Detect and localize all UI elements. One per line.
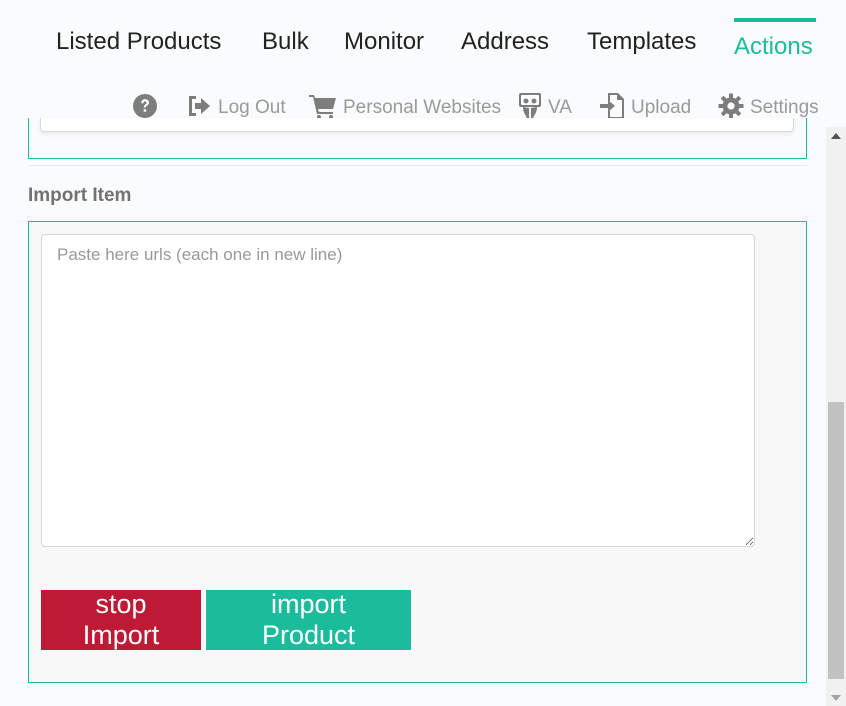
tab-templates[interactable]: Templates xyxy=(587,28,696,56)
logout-label: Log Out xyxy=(218,97,286,118)
section-divider xyxy=(28,165,807,166)
tab-address[interactable]: Address xyxy=(461,28,549,56)
tab-monitor[interactable]: Monitor xyxy=(344,28,424,56)
url-textarea[interactable] xyxy=(41,234,755,547)
va-label: VA xyxy=(548,97,572,118)
import-item-title: Import Item xyxy=(28,185,132,206)
sign-out-icon xyxy=(189,96,210,116)
import-item-panel: stop Import import Product xyxy=(28,221,807,683)
scroll-down-arrow[interactable] xyxy=(826,689,846,706)
gear-icon xyxy=(718,93,744,119)
shopping-cart-icon xyxy=(309,95,336,119)
tab-bulk[interactable]: Bulk xyxy=(262,28,309,56)
stop-import-button[interactable]: stop Import xyxy=(41,589,201,650)
question-circle-icon xyxy=(133,94,157,118)
scroll-up-arrow[interactable] xyxy=(826,127,846,144)
personal-websites-label: Personal Websites xyxy=(343,97,502,118)
tab-listed-products[interactable]: Listed Products xyxy=(56,28,221,56)
previous-panel xyxy=(28,118,807,159)
main-tabs: Listed Products Bulk Monitor Address Tem… xyxy=(0,0,826,80)
vertical-scrollbar[interactable] xyxy=(826,127,846,706)
triangle-up-icon xyxy=(831,132,841,139)
scroll-thumb[interactable] xyxy=(828,402,844,679)
upload-file-icon xyxy=(600,93,624,119)
settings-label: Settings xyxy=(750,97,819,118)
upload-label: Upload xyxy=(631,97,692,118)
slideshare-icon xyxy=(519,93,541,119)
active-tab-indicator xyxy=(734,18,816,22)
import-product-button[interactable]: import Product xyxy=(206,589,411,650)
previous-panel-field xyxy=(40,118,794,132)
tab-actions[interactable]: Actions xyxy=(734,33,813,61)
triangle-down-icon xyxy=(831,694,841,701)
